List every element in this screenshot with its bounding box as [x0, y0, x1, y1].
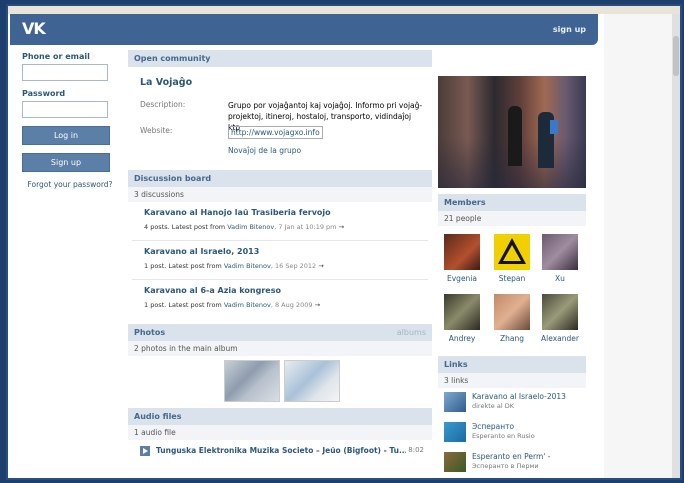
login-button[interactable]: Log in	[22, 126, 110, 145]
track-title[interactable]: Tunguska Elektronika Muzika Societo – Je…	[156, 446, 406, 455]
forgot-password-link[interactable]: Forgot your password?	[22, 180, 118, 189]
link-title[interactable]: Эсперанто	[472, 422, 514, 431]
avatar[interactable]	[494, 294, 530, 330]
community-type: Open community	[128, 50, 432, 67]
members-header[interactable]: Members	[438, 194, 586, 211]
members-grid: Evgenia Stepan Xu Andrey Zhang Alexander	[438, 226, 586, 350]
link-thumbnail[interactable]	[444, 452, 466, 472]
arrow-right-icon[interactable]: →	[315, 301, 320, 309]
vk-logo[interactable]: VK	[22, 19, 46, 38]
signup-button[interactable]: Sign up	[22, 153, 110, 172]
community-main: Open community La Vojaĝo Description: Gr…	[128, 50, 432, 478]
topic-author-link[interactable]: Vadim Bitenov	[227, 223, 274, 231]
password-input[interactable]	[22, 101, 108, 118]
track-duration: 8:02	[408, 446, 424, 454]
photo-figure	[550, 120, 558, 134]
member[interactable]: Andrey	[440, 294, 484, 343]
photo-thumbnails	[128, 356, 432, 408]
topic-author-link[interactable]: Vadim Bitenov	[224, 301, 271, 309]
browser-page: VK sign up Phone or email Password Log i…	[6, 4, 682, 480]
audio-track[interactable]: Tunguska Elektronika Muzika Societo – Je…	[128, 440, 432, 468]
scrollbar-thumb[interactable]	[673, 36, 679, 76]
photos-count: 2 photos in the main album	[128, 341, 432, 356]
link-subtitle: Esperanto en Rusio	[472, 432, 535, 440]
discussion-topic[interactable]: Karavano al 6-a Azia kongreso 1 post. La…	[132, 280, 428, 318]
topic-meta: 4 posts. Latest post from Vadim Bitenov,…	[144, 223, 345, 231]
member-name[interactable]: Zhang	[490, 334, 534, 343]
photo-figure	[508, 106, 522, 166]
link-title[interactable]: Karavano al Israelo-2013	[472, 392, 566, 401]
topic-title[interactable]: Karavano al Hanojo laŭ Trasiberia fervoj…	[144, 208, 416, 217]
phone-input[interactable]	[22, 64, 108, 81]
discussion-topic[interactable]: Karavano al Hanojo laŭ Trasiberia fervoj…	[132, 202, 428, 241]
link-thumbnail[interactable]	[444, 392, 466, 412]
right-blank-pane	[604, 14, 680, 478]
website-link[interactable]: http://www.vojagxo.info	[228, 126, 323, 139]
member-name[interactable]: Stepan	[490, 274, 534, 283]
news-row: Novaĵoj de la grupo	[128, 146, 432, 170]
login-panel: Phone or email Password Log in Sign up F…	[22, 52, 118, 189]
description-label: Description:	[140, 100, 186, 109]
links-list: Karavano al Israelo-2013 direkte al DK Э…	[438, 388, 586, 478]
avatar[interactable]	[444, 234, 480, 270]
scrollbar[interactable]	[672, 14, 680, 478]
link-subtitle: Эсперанто в Перми	[472, 462, 539, 470]
link-title[interactable]: Esperanto en Perm' -	[472, 452, 550, 461]
member-name[interactable]: Evgenia	[440, 274, 484, 283]
link-item[interactable]: Karavano al Israelo-2013 direkte al DK	[438, 388, 586, 418]
discussion-topic[interactable]: Karavano al Israelo, 2013 1 post. Latest…	[132, 241, 428, 280]
audio-header[interactable]: Audio files	[128, 408, 432, 425]
topic-meta: 1 post. Latest post from Vadim Bitenov, …	[144, 262, 324, 270]
topic-meta: 1 post. Latest post from Vadim Bitenov, …	[144, 301, 321, 309]
links-header[interactable]: Links	[438, 356, 586, 373]
topic-author-link[interactable]: Vadim Bitenov	[224, 262, 271, 270]
browser-strip	[8, 6, 680, 14]
community-sidebar: Members 21 people Evgenia Stepan Xu Andr…	[438, 76, 586, 478]
website-row: Website: http://www.vojagxo.info	[128, 126, 432, 140]
play-icon[interactable]	[140, 446, 150, 456]
password-label: Password	[22, 89, 66, 98]
arrow-right-icon[interactable]: →	[318, 262, 323, 270]
news-link[interactable]: Novaĵoj de la grupo	[228, 146, 301, 155]
link-item[interactable]: Эсперанто Esperanto en Rusio	[438, 418, 586, 448]
member-name[interactable]: Alexander	[538, 334, 582, 343]
albums-link[interactable]: albums	[397, 328, 426, 337]
member[interactable]: Stepan	[490, 234, 534, 283]
photo-thumbnail[interactable]	[224, 360, 280, 402]
audio-count: 1 audio file	[128, 425, 432, 440]
member[interactable]: Evgenia	[440, 234, 484, 283]
members-count: 21 people	[438, 211, 586, 226]
avatar[interactable]	[542, 234, 578, 270]
topic-title[interactable]: Karavano al 6-a Azia kongreso	[144, 286, 416, 295]
community-photo[interactable]	[438, 76, 586, 188]
topic-title[interactable]: Karavano al Israelo, 2013	[144, 247, 416, 256]
member[interactable]: Xu	[538, 234, 582, 283]
member-name[interactable]: Andrey	[440, 334, 484, 343]
avatar[interactable]	[494, 234, 530, 270]
discussion-header[interactable]: Discussion board	[128, 170, 432, 187]
avatar[interactable]	[444, 294, 480, 330]
member-name[interactable]: Xu	[538, 274, 582, 283]
website-label: Website:	[140, 126, 173, 135]
avatar[interactable]	[542, 294, 578, 330]
member[interactable]: Zhang	[490, 294, 534, 343]
link-thumbnail[interactable]	[444, 422, 466, 442]
link-subtitle: direkte al DK	[472, 402, 514, 410]
discussion-count: 3 discussions	[128, 187, 432, 202]
arrow-right-icon[interactable]: →	[339, 223, 344, 231]
top-bar: VK sign up	[10, 14, 598, 45]
links-count: 3 links	[438, 373, 586, 388]
link-item[interactable]: Esperanto en Perm' - Эсперанто в Перми	[438, 448, 586, 478]
community-name: La Vojaĝo	[140, 77, 193, 88]
photos-title[interactable]: Photos	[134, 328, 165, 337]
phone-label: Phone or email	[22, 52, 90, 61]
photo-thumbnail[interactable]	[284, 360, 340, 402]
member[interactable]: Alexander	[538, 294, 582, 343]
photos-header[interactable]: Photos albums	[128, 324, 432, 341]
sign-up-link[interactable]: sign up	[553, 25, 586, 34]
description-row: Description: Grupo por vojaĝantoj kaj vo…	[128, 100, 432, 132]
